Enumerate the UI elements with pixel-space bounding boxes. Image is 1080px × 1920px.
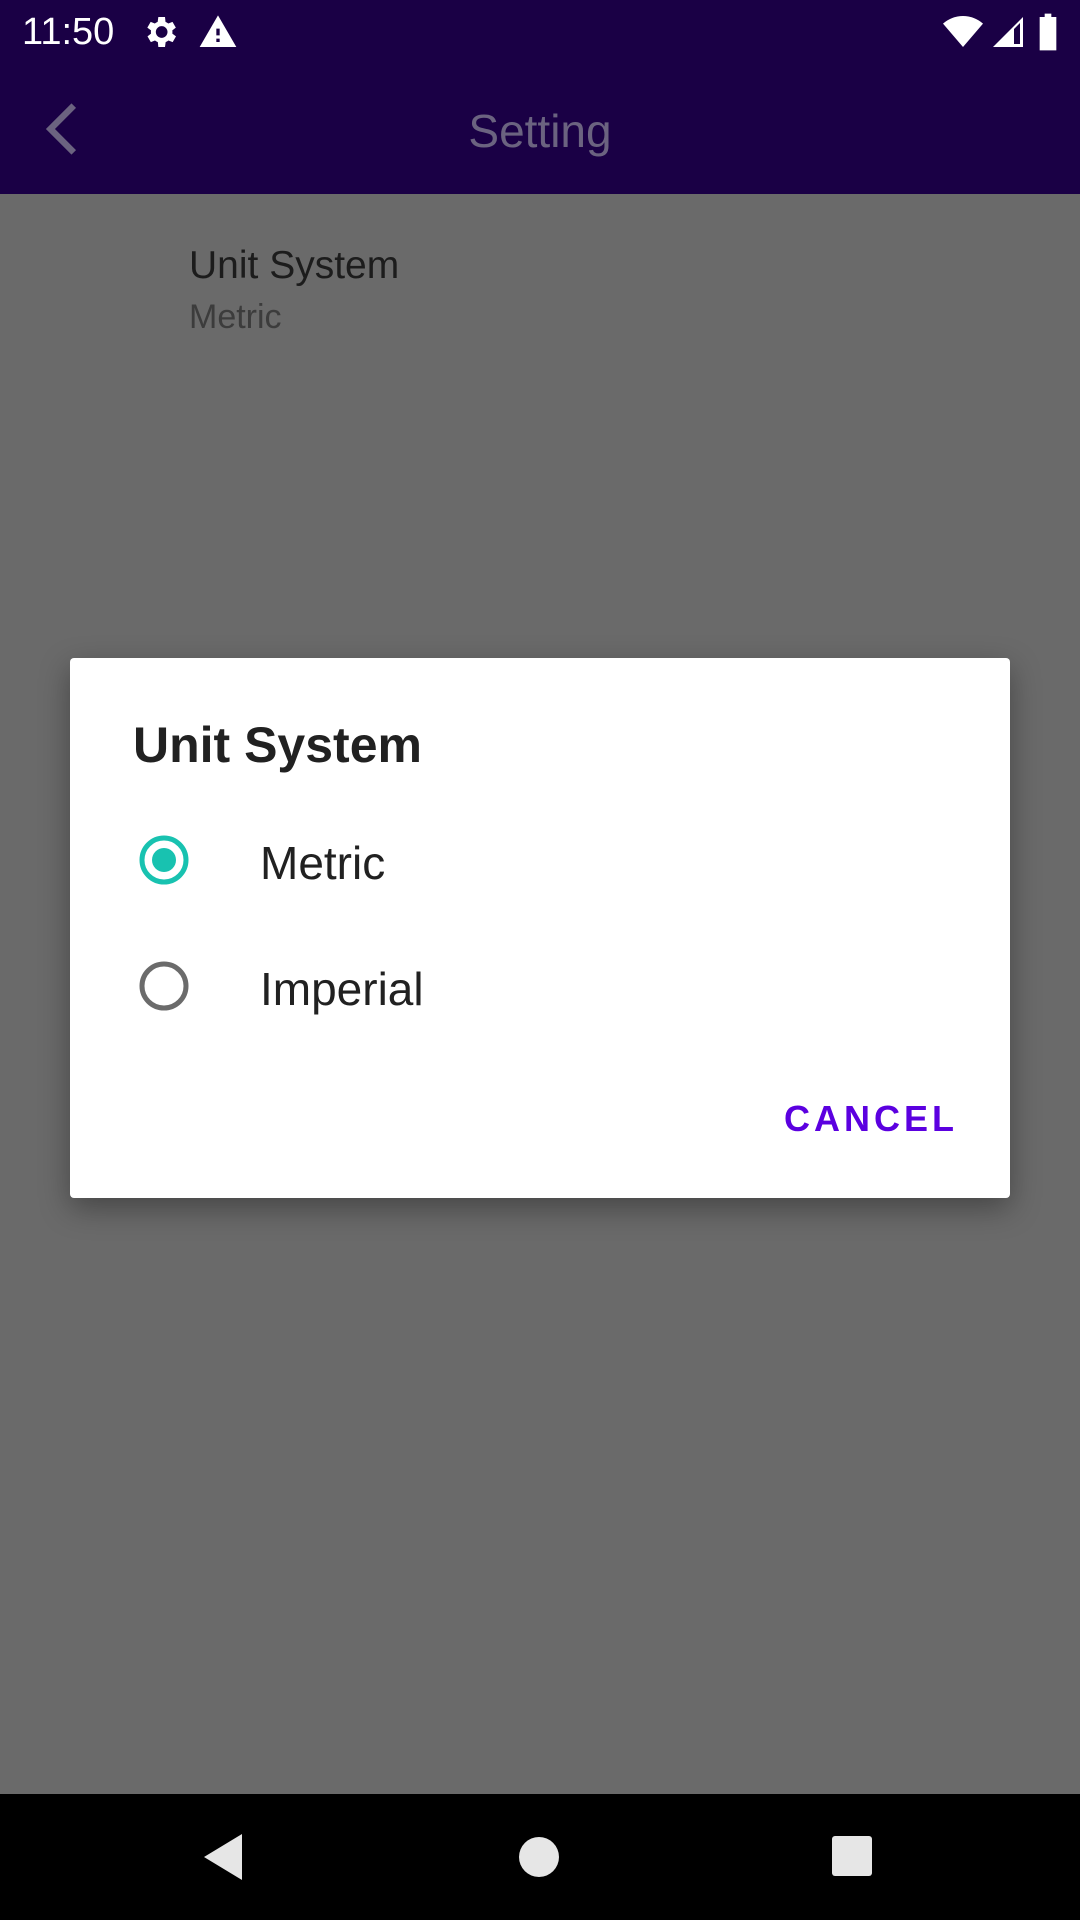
option-label: Metric xyxy=(260,837,386,889)
nav-home-icon[interactable] xyxy=(516,1834,562,1885)
option-imperial[interactable]: Imperial xyxy=(70,926,1010,1046)
preference-title: Unit System xyxy=(189,244,400,287)
unit-system-dialog: Unit System Metric Imperial CANCEL xyxy=(70,658,1010,1198)
settings-gear-icon xyxy=(140,12,180,57)
cancel-button[interactable]: CANCEL xyxy=(784,1098,958,1140)
status-bar: 11:50 xyxy=(0,0,1080,64)
preference-summary: Metric xyxy=(189,298,282,336)
radio-selected-icon[interactable] xyxy=(138,834,190,886)
app-bar: Setting xyxy=(0,64,1080,194)
dialog-title: Unit System xyxy=(133,717,422,773)
nav-back-icon[interactable] xyxy=(200,1830,250,1889)
option-metric[interactable]: Metric xyxy=(70,800,1010,920)
cell-signal-icon xyxy=(990,12,1026,57)
navigation-bar xyxy=(0,1794,1080,1920)
wifi-icon xyxy=(942,12,984,57)
status-time: 11:50 xyxy=(22,11,115,53)
battery-icon xyxy=(1036,12,1060,57)
page-title: Setting xyxy=(468,105,612,157)
nav-recents-icon[interactable] xyxy=(830,1834,874,1883)
radio-unselected-icon[interactable] xyxy=(138,960,190,1012)
alert-triangle-icon xyxy=(198,12,238,57)
option-label: Imperial xyxy=(260,963,424,1015)
